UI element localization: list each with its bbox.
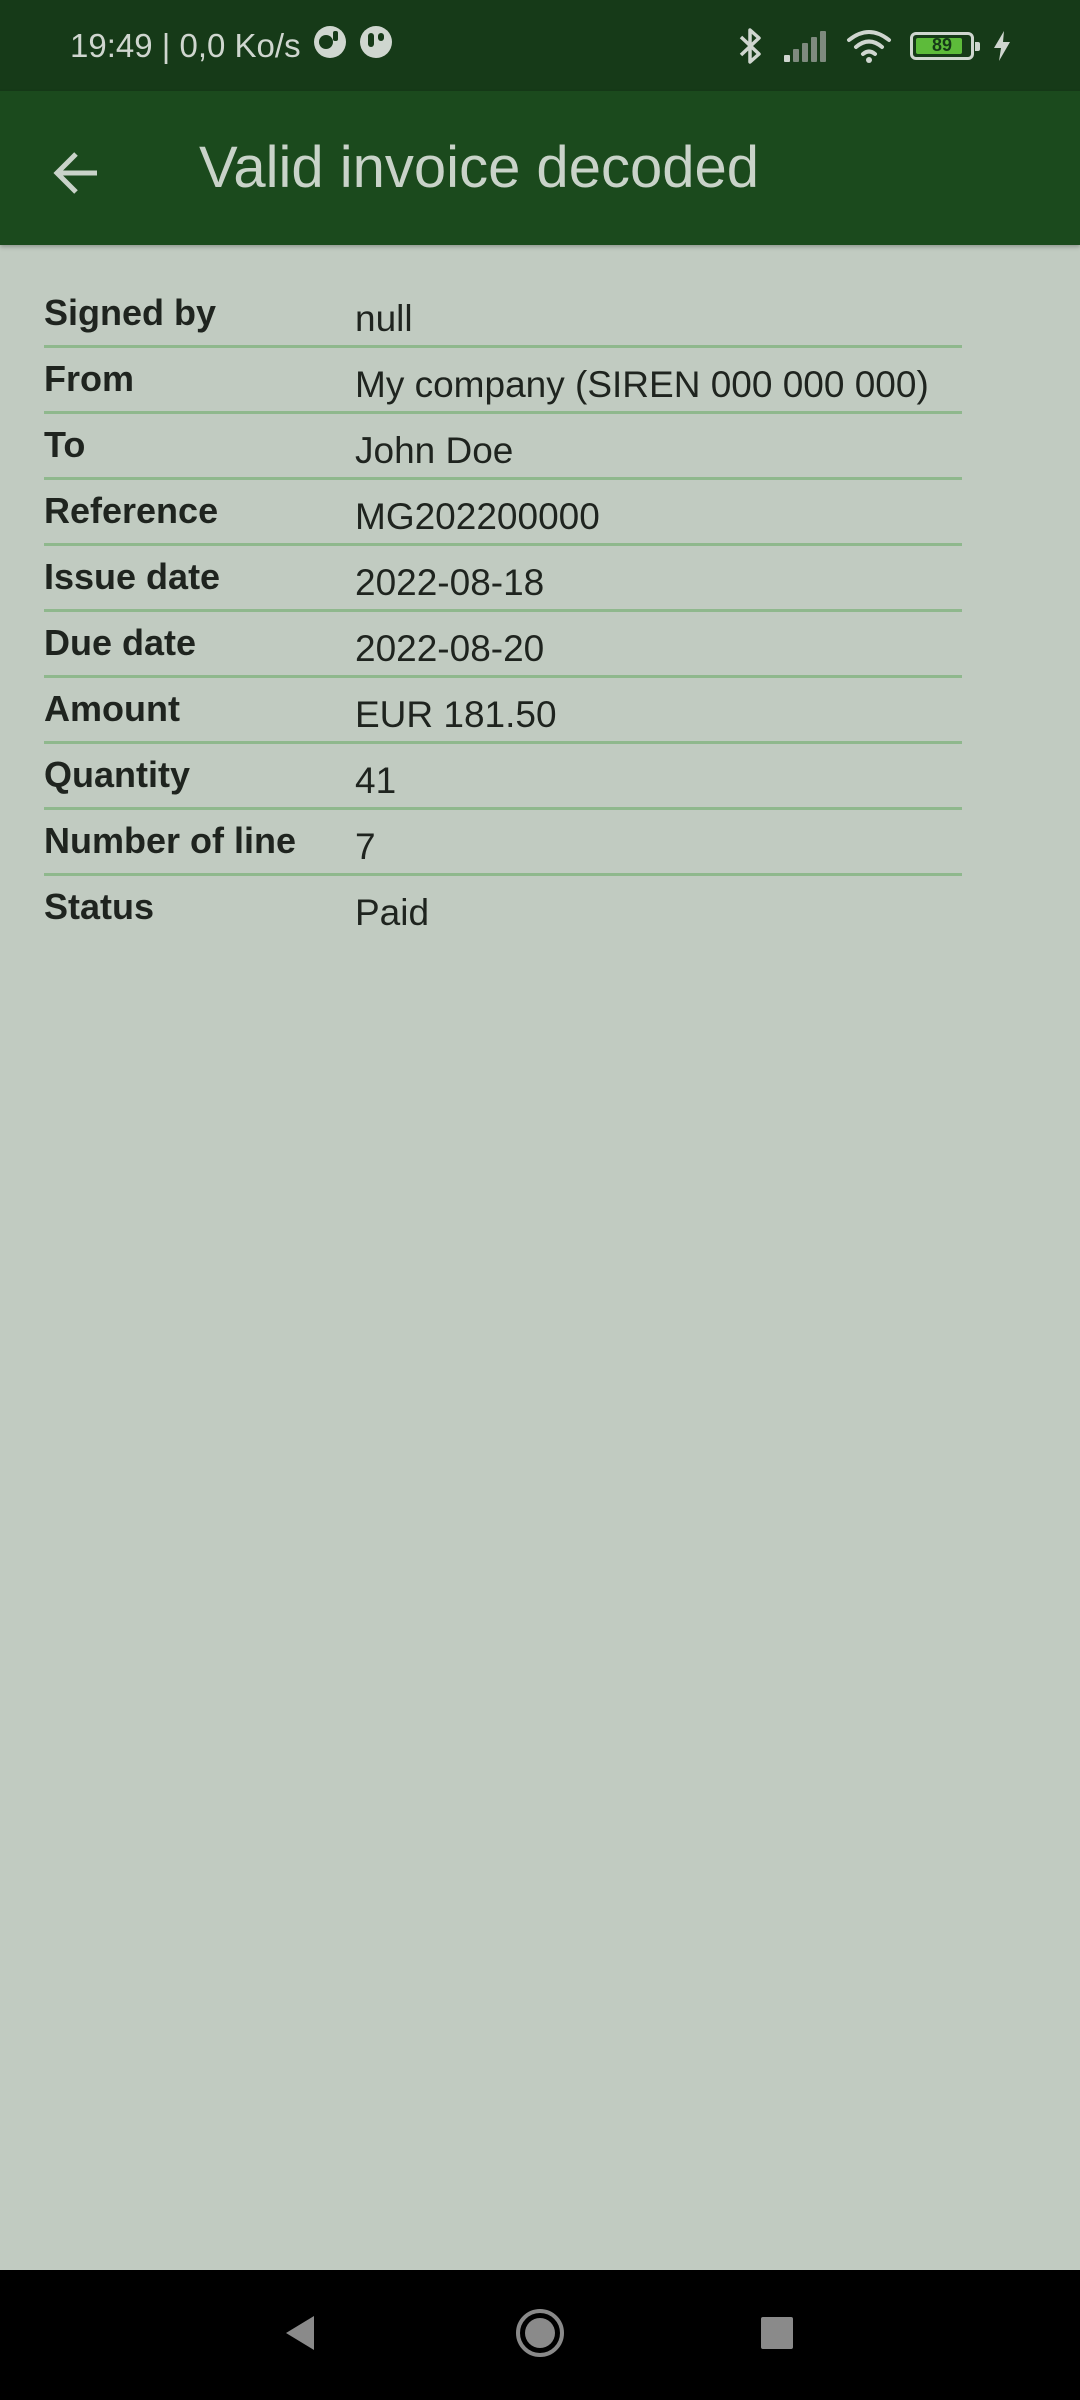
invoice-row-reference: Reference MG202200000: [44, 480, 962, 546]
invoice-row-to: To John Doe: [44, 414, 962, 480]
row-value: Paid: [355, 892, 430, 933]
app-bar: Valid invoice decoded: [0, 91, 1080, 245]
row-value: MG202200000: [355, 496, 600, 537]
invoice-row-amount: Amount EUR 181.50: [44, 678, 962, 744]
charging-icon: [992, 30, 1012, 62]
row-label: To: [44, 424, 86, 465]
row-label: Due date: [44, 622, 197, 663]
nav-back-button[interactable]: [240, 2270, 360, 2400]
invoice-row-quantity: Quantity 41: [44, 744, 962, 810]
row-label: Issue date: [44, 556, 221, 597]
row-label: Quantity: [44, 754, 191, 795]
recents-square-icon: [759, 2315, 795, 2356]
back-button[interactable]: [36, 135, 116, 215]
battery-icon: 89: [910, 31, 980, 60]
arrow-left-icon: [51, 150, 101, 201]
page-title: Valid invoice decoded: [199, 135, 759, 200]
back-triangle-icon: [280, 2313, 320, 2358]
invoice-details-table: Signed by null From My company (SIREN 00…: [44, 282, 962, 942]
wifi-icon: [846, 28, 892, 64]
battery-level-text: 89: [931, 35, 953, 55]
row-value: My company (SIREN 000 000 000): [355, 364, 929, 405]
row-value: null: [355, 298, 413, 339]
cell-signal-icon: [782, 29, 828, 63]
row-label: Status: [44, 886, 155, 927]
invoice-row-status: Status Paid: [44, 876, 962, 942]
row-value: John Doe: [355, 430, 514, 471]
home-circle-icon: [514, 2307, 566, 2364]
row-value: 7: [355, 826, 376, 867]
notification-app-icon: [313, 25, 347, 67]
nav-home-button[interactable]: [480, 2270, 600, 2400]
invoice-row-signed-by: Signed by null: [44, 282, 962, 348]
status-left: 19:49 | 0,0 Ko/s: [70, 0, 393, 91]
row-label: Signed by: [44, 292, 217, 333]
invoice-row-from: From My company (SIREN 000 000 000): [44, 348, 962, 414]
battery-cap: [975, 41, 980, 51]
status-right: 89: [738, 0, 1012, 91]
row-label: Reference: [44, 490, 219, 531]
invoice-row-issue-date: Issue date 2022-08-18: [44, 546, 962, 612]
invoice-row-number-of-line: Number of line 7: [44, 810, 962, 876]
status-bar: 19:49 | 0,0 Ko/s 89: [0, 0, 1080, 91]
row-value: 2022-08-20: [355, 628, 545, 669]
invoice-row-due-date: Due date 2022-08-20: [44, 612, 962, 678]
notification-app-icon: [359, 25, 393, 67]
bluetooth-icon: [738, 26, 764, 66]
row-value: 41: [355, 760, 397, 801]
nav-recents-button[interactable]: [717, 2270, 837, 2400]
row-label: From: [44, 358, 134, 399]
row-value: 2022-08-18: [355, 562, 545, 603]
row-label: Number of line: [44, 820, 297, 861]
status-time-speed: 19:49 | 0,0 Ko/s: [70, 26, 301, 64]
system-navigation-bar: [0, 2270, 1080, 2400]
row-label: Amount: [44, 688, 180, 729]
row-value: EUR 181.50: [355, 694, 557, 735]
